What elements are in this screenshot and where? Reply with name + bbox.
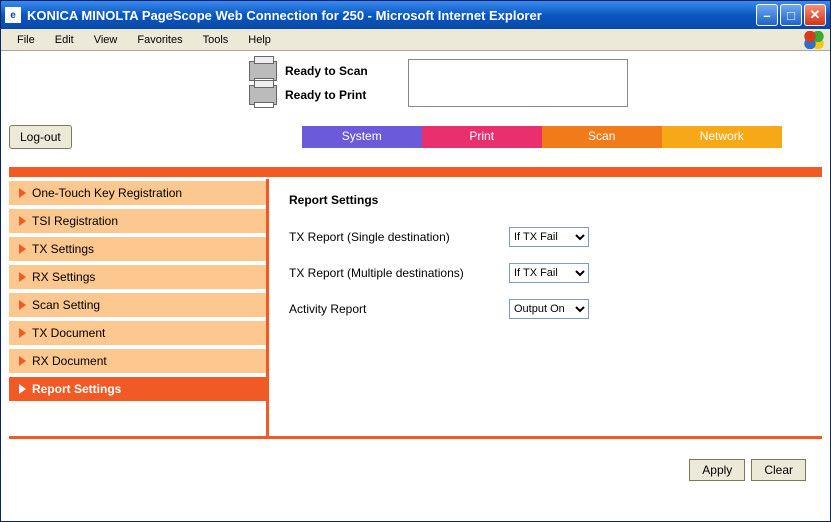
close-button[interactable]: ✕ [804, 4, 826, 26]
label-tx-single: TX Report (Single destination) [289, 230, 509, 244]
status-ready-scan: Ready to Scan [249, 61, 368, 81]
tab-network[interactable]: Network [662, 126, 782, 148]
select-tx-multi[interactable]: If TX Fail [509, 263, 589, 283]
sidebar-label: TSI Registration [32, 214, 118, 228]
status-message-box [408, 59, 628, 107]
triangle-icon [19, 300, 26, 310]
scanner-icon [249, 61, 277, 81]
menu-tools[interactable]: Tools [193, 31, 239, 49]
select-activity[interactable]: Output On [509, 299, 589, 319]
triangle-icon [19, 356, 26, 366]
printer-icon [249, 85, 277, 105]
sidebar-label: TX Settings [32, 242, 94, 256]
sidebar-label: Report Settings [32, 382, 121, 396]
maximize-button[interactable]: □ [780, 4, 802, 26]
tab-print[interactable]: Print [422, 126, 542, 148]
select-tx-single[interactable]: If TX Fail [509, 227, 589, 247]
sidebar-item-tx-document[interactable]: TX Document [9, 321, 266, 349]
minimize-button[interactable]: – [756, 4, 778, 26]
sidebar-item-rx-document[interactable]: RX Document [9, 349, 266, 377]
status-print-text: Ready to Print [285, 88, 366, 102]
sidebar-item-rx-settings[interactable]: RX Settings [9, 265, 266, 293]
triangle-icon [19, 216, 26, 226]
menu-favorites[interactable]: Favorites [127, 31, 192, 49]
sidebar-label: TX Document [32, 326, 105, 340]
sidebar-item-scan-setting[interactable]: Scan Setting [9, 293, 266, 321]
sidebar-label: RX Settings [32, 270, 95, 284]
menu-view[interactable]: View [84, 31, 128, 49]
sidebar-label: Scan Setting [32, 298, 100, 312]
menu-file[interactable]: File [7, 31, 45, 49]
status-ready-print: Ready to Print [249, 85, 368, 105]
triangle-icon [19, 328, 26, 338]
status-scan-text: Ready to Scan [285, 64, 368, 78]
sidebar-item-one-touch[interactable]: One-Touch Key Registration [9, 181, 266, 209]
clear-button[interactable]: Clear [751, 459, 806, 481]
triangle-icon [19, 272, 26, 282]
sidebar-nav: One-Touch Key Registration TSI Registrat… [9, 179, 269, 436]
sidebar-item-report-settings[interactable]: Report Settings [9, 377, 266, 405]
menu-help[interactable]: Help [238, 31, 281, 49]
windows-flag-icon [804, 31, 824, 49]
triangle-icon [19, 188, 26, 198]
triangle-icon [19, 384, 26, 394]
label-tx-multi: TX Report (Multiple destinations) [289, 266, 509, 280]
triangle-icon [19, 244, 26, 254]
menu-edit[interactable]: Edit [45, 31, 84, 49]
tab-system[interactable]: System [302, 126, 422, 148]
app-icon: e [5, 7, 21, 23]
sidebar-label: RX Document [32, 354, 107, 368]
page-heading: Report Settings [289, 193, 802, 207]
sidebar-item-tx-settings[interactable]: TX Settings [9, 237, 266, 265]
sidebar-label: One-Touch Key Registration [32, 186, 182, 200]
logout-button[interactable]: Log-out [9, 125, 72, 149]
main-content: Report Settings TX Report (Single destin… [269, 179, 822, 436]
apply-button[interactable]: Apply [689, 459, 745, 481]
sidebar-item-tsi-registration[interactable]: TSI Registration [9, 209, 266, 237]
menubar: File Edit View Favorites Tools Help [1, 29, 830, 51]
divider-bar [9, 167, 822, 177]
tab-scan[interactable]: Scan [542, 126, 662, 148]
label-activity: Activity Report [289, 302, 509, 316]
window-title: KONICA MINOLTA PageScope Web Connection … [27, 8, 756, 23]
window-titlebar: e KONICA MINOLTA PageScope Web Connectio… [1, 1, 830, 29]
